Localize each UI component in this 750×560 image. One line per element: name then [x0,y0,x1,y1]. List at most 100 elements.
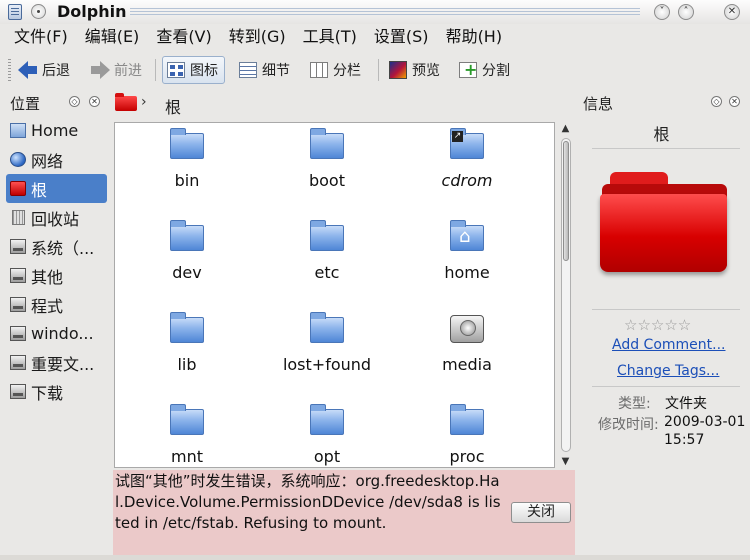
folder-icon [310,404,344,435]
menu-edit[interactable]: 编辑(E) [85,24,140,50]
icons-view-label: 图标 [190,63,218,79]
toolbar-grip[interactable] [8,59,11,81]
close-window-button[interactable]: ✕ [724,4,740,20]
place-programs[interactable]: 程式 [6,290,107,319]
drive-icon [10,268,26,283]
root-folder-preview-icon [600,172,727,272]
rating-stars[interactable]: ☆☆☆☆☆ [624,316,691,334]
menu-settings[interactable]: 设置(S) [374,24,429,50]
file-view[interactable]: bin boot cdrom dev etc home lib lost+fou… [114,122,555,468]
place-trash[interactable]: 回收站 [6,203,107,232]
vertical-scrollbar[interactable]: ▲ ▼ [558,122,573,468]
place-other[interactable]: 其他 [6,261,107,290]
info-panel-title: 信息 [583,95,614,113]
info-close-button[interactable]: ✕ [729,96,740,107]
preview-label: 预览 [412,63,440,79]
file-name: lost+found [282,355,372,374]
file-name: mnt [171,447,203,466]
status-strip [0,555,750,560]
place-label: windo... [31,324,94,343]
file-name: media [442,355,492,374]
file-item-bin[interactable]: bin [122,128,252,190]
file-item-lib[interactable]: lib [122,312,252,374]
place-network[interactable]: 网络 [6,145,107,174]
add-comment-link[interactable]: Add Comment... [612,337,726,353]
breadcrumb[interactable]: 根 [165,94,181,118]
menu-view[interactable]: 查看(V) [156,24,211,50]
info-divider [592,309,740,310]
file-item-lost-found[interactable]: lost+found [262,312,392,374]
file-name: lib [177,355,197,374]
file-item-etc[interactable]: etc [262,220,392,282]
places-float-button[interactable]: ◇ [69,96,80,107]
place-home[interactable]: Home [6,116,107,145]
scroll-up-icon[interactable]: ▲ [559,122,572,135]
folder-link-icon [450,128,484,159]
place-label: 重要文... [31,354,95,374]
file-item-proc[interactable]: proc [402,404,532,466]
place-label: 其他 [31,267,64,287]
back-arrow-icon [18,60,38,80]
file-item-cdrom[interactable]: cdrom [402,128,532,190]
columns-view-button[interactable]: 分栏 [309,56,361,84]
place-system[interactable]: 系统（... [6,232,107,261]
place-root[interactable]: 根 [6,174,107,203]
scroll-track[interactable] [561,138,571,452]
icon-grid-icon [166,60,186,80]
details-view-button[interactable]: 细节 [238,56,290,84]
dolphin-app-icon [8,4,22,20]
window-menu-button[interactable] [31,4,46,19]
drive-icon [10,239,26,254]
file-name: bin [174,171,200,190]
place-label: 网络 [31,151,64,171]
breadcrumb-arrow-icon[interactable]: › [141,94,147,110]
file-name: cdrom [441,171,493,190]
icons-view-button[interactable]: 图标 [162,56,225,84]
place-downloads[interactable]: 下载 [6,377,107,406]
scroll-down-icon[interactable]: ▼ [559,455,572,468]
title-bar[interactable]: Dolphin ˅ ˄ ✕ [0,0,750,24]
drive-icon [10,355,26,370]
menu-go[interactable]: 转到(G) [229,24,286,50]
file-name: home [444,263,490,282]
menu-help[interactable]: 帮助(H) [446,24,503,50]
forward-button[interactable]: 前进 [90,56,142,84]
file-item-boot[interactable]: boot [262,128,392,190]
forward-label: 前进 [114,63,142,79]
maximize-button[interactable]: ˄ [678,4,694,20]
file-item-media[interactable]: media [402,315,532,374]
toolbar: 后退 前进 图标 细节 分栏 预览 分割 [0,51,750,88]
place-label: 程式 [31,296,64,316]
modified-time: 15:57 [664,432,705,448]
file-name: dev [172,263,202,282]
place-important[interactable]: 重要文... [6,348,107,377]
info-divider [592,148,740,149]
folder-icon [170,220,204,251]
preview-button[interactable]: 预览 [388,56,440,84]
details-view-label: 细节 [262,63,290,79]
info-item-name: 根 [653,125,670,144]
split-button[interactable]: 分割 [458,56,510,84]
place-windows[interactable]: windo... [6,319,107,348]
places-close-button[interactable]: ✕ [89,96,100,107]
root-folder-icon [10,181,26,196]
menu-file[interactable]: 文件(F) [14,24,68,50]
file-item-mnt[interactable]: mnt [122,404,252,466]
file-name: opt [313,447,341,466]
info-float-button[interactable]: ◇ [711,96,722,107]
folder-icon [170,312,204,343]
file-name: etc [314,263,340,282]
change-tags-link[interactable]: Change Tags... [617,363,719,379]
close-error-button[interactable]: 关闭 [511,502,571,523]
folder-icon [310,220,344,251]
file-item-home[interactable]: home [402,220,532,282]
back-button[interactable]: 后退 [18,56,70,84]
file-item-dev[interactable]: dev [122,220,252,282]
breadcrumb-root-folder-icon[interactable] [115,93,137,111]
minimize-button[interactable]: ˅ [654,4,670,20]
info-divider [592,386,740,387]
menu-tools[interactable]: 工具(T) [303,24,357,50]
error-message: 试图“其他”时发生错误，系统响应：org.freedesktop.Hal.Dev… [115,472,501,532]
file-item-opt[interactable]: opt [262,404,392,466]
scroll-thumb[interactable] [563,141,569,261]
